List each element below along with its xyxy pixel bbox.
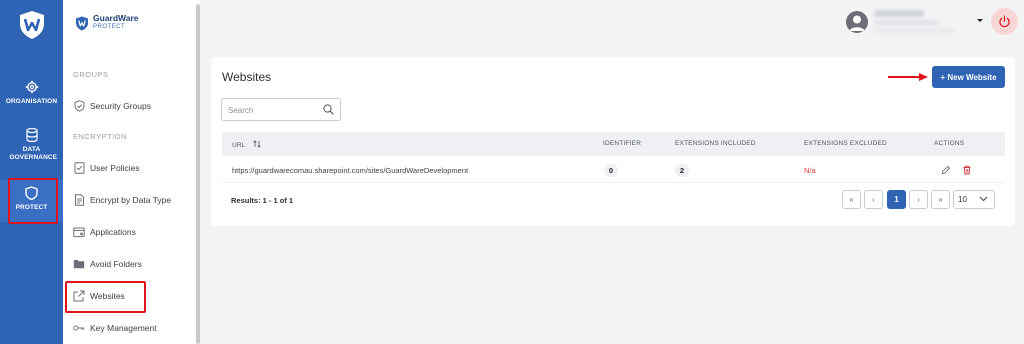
cell-identifier: 0 [604,164,618,177]
sidebar-item-user-policies[interactable]: User Policies [73,160,140,176]
websites-card: Websites + New Website URL IDENTIFIER EX… [211,57,1015,226]
sidebar-item-label: Encrypt by Data Type [90,195,172,205]
search-icon[interactable] [323,104,334,115]
sidebar-item-applications[interactable]: Applications [73,224,136,240]
application-icon [73,226,85,238]
new-website-button[interactable]: + New Website [932,66,1005,88]
sidebar-item-label: Security Groups [90,101,151,111]
power-icon [999,15,1010,28]
user-icon [849,15,865,31]
chevron-down-icon [979,196,988,202]
rail-item-data-governance[interactable]: DATA GOVERNANCE [0,128,63,162]
guardware-shield-icon [76,16,88,30]
page-title: Websites [222,70,272,84]
column-header-identifier: IDENTIFIER [603,140,642,147]
sidebar-item-avoid-folders[interactable]: Avoid Folders [73,256,142,272]
next-page-button[interactable]: › [909,190,928,209]
avatar [846,10,868,33]
folder-icon [73,258,85,270]
key-icon [73,322,85,334]
sort-icon[interactable] [253,140,262,148]
previous-page-button[interactable]: ‹ [864,190,883,209]
brand-logo[interactable]: GuardWare PROTECT [75,14,139,32]
sidebar-item-encrypt-by-data-type[interactable]: Encrypt by Data Type [73,192,171,208]
column-header-actions: ACTIONS [934,140,965,147]
cell-url: https://guardwarecomau.sharepoint.com/si… [232,166,469,175]
delete-icon[interactable] [962,165,972,175]
sidebar-item-label: Applications [90,227,136,237]
results-count: Results: 1 - 1 of 1 [231,196,294,205]
user-info-blurred [874,10,964,33]
column-label: URL [232,142,246,149]
sidebar-scrollbar[interactable] [196,4,200,344]
sidebar-item-label: User Policies [90,163,140,173]
annotation-arrow [888,73,928,81]
guardware-logo[interactable] [17,10,47,40]
sidebar-item-label: Avoid Folders [90,259,142,269]
search-box [221,98,341,121]
rail-label: ORGANISATION [5,98,58,105]
user-menu[interactable] [846,10,964,33]
section-title-groups: GROUPS [73,70,109,79]
brand-sub: PROTECT [93,24,126,30]
sidebar-item-key-management[interactable]: Key Management [73,320,157,336]
cell-extensions-included: 2 [675,164,689,177]
app-rail: ORGANISATION DATA GOVERNANCE PROTECT [0,0,63,344]
table-row[interactable]: https://guardwarecomau.sharepoint.com/si… [222,159,1005,183]
caret-down-icon[interactable] [977,19,983,22]
table-header: URL IDENTIFIER EXTENSIONS INCLUDED EXTEN… [222,132,1005,156]
highlight-box-websites [65,281,146,313]
page-size-select[interactable]: 10 [953,190,995,209]
sidebar-item-label: Key Management [90,323,157,333]
brand-name: GuardWare [93,13,139,23]
highlight-box-protect [8,178,58,224]
column-header-extensions-included: EXTENSIONS INCLUDED [675,140,756,147]
search-input[interactable] [228,104,318,116]
rail-label: DATA GOVERNANCE [9,146,58,161]
file-type-icon [73,194,85,206]
brand-text: GuardWare PROTECT [93,14,139,32]
page-size-value: 10 [958,195,967,204]
policy-check-icon [73,162,85,174]
last-page-button[interactable]: » [931,190,950,209]
column-header-extensions-excluded: EXTENSIONS EXCLUDED [804,140,887,147]
edit-icon[interactable] [941,165,951,175]
logout-button[interactable] [991,8,1018,35]
cell-extensions-excluded: N/a [804,166,816,175]
column-header-url[interactable]: URL [232,140,262,149]
first-page-button[interactable]: « [842,190,861,209]
shield-check-icon [73,100,85,112]
page-1-button[interactable]: 1 [887,190,906,209]
rail-item-organisation[interactable]: ORGANISATION [0,80,63,106]
database-icon [25,128,38,142]
gear-icon [25,80,38,94]
section-title-encryption: ENCRYPTION [73,132,128,141]
sidebar-item-security-groups[interactable]: Security Groups [73,98,151,114]
